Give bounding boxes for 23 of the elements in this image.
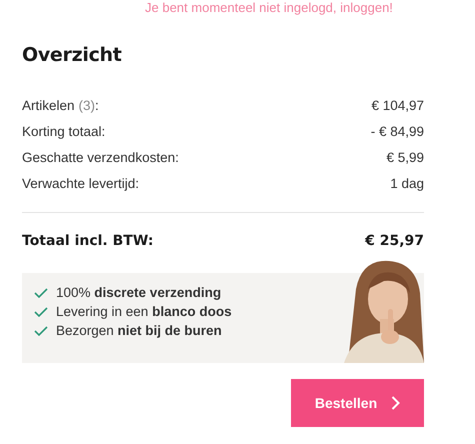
benefit-text: Levering in een blanco doos [56, 304, 232, 319]
row-value: € 5,99 [386, 150, 424, 164]
login-link[interactable]: inloggen! [340, 0, 393, 15]
benefit-text: 100% discrete verzending [56, 285, 222, 300]
row-value: 1 dag [390, 176, 424, 190]
check-icon [34, 288, 48, 298]
check-icon [34, 306, 48, 316]
total-value: € 25,97 [365, 233, 424, 249]
overview-title: Overzicht [22, 44, 123, 66]
row-label: Geschatte verzendkosten: [22, 150, 179, 164]
order-button[interactable]: Bestellen [291, 379, 424, 427]
row-value: - € 84,99 [370, 124, 424, 138]
row-label: Verwachte levertijd: [22, 176, 140, 190]
row-label: Artikelen [22, 98, 75, 112]
row-value: € 104,97 [371, 98, 424, 112]
colon: : [95, 98, 99, 112]
total-label: Totaal incl. BTW: [22, 233, 154, 249]
item-count: (3) [78, 98, 96, 112]
row-label: Korting totaal: [22, 124, 106, 138]
check-icon [34, 326, 48, 336]
login-notice: Je bent momenteel niet ingelogd, inloggen! [145, 0, 393, 15]
benefit-text: Bezorgen niet bij de buren [56, 323, 222, 338]
chevron-right-icon [391, 396, 400, 410]
